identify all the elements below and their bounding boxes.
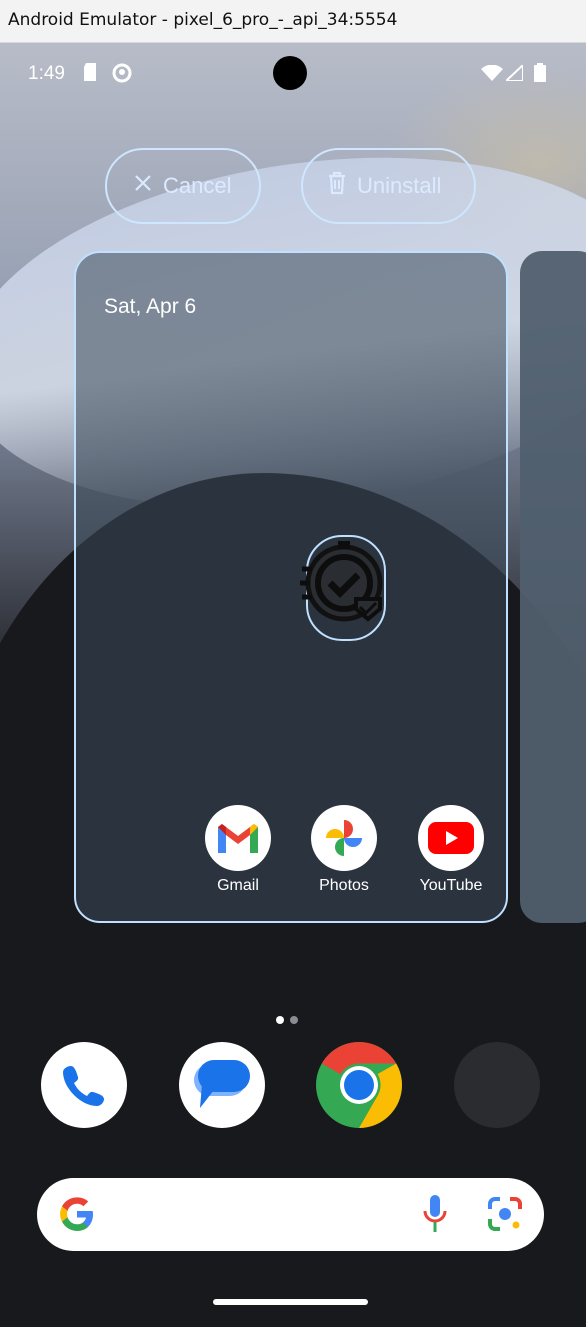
microphone-icon[interactable] bbox=[422, 1195, 448, 1233]
phone-icon bbox=[63, 1066, 104, 1106]
notification-icon bbox=[112, 63, 132, 88]
cancel-drop-target[interactable]: Cancel bbox=[105, 148, 261, 224]
sd-card-icon bbox=[82, 63, 98, 86]
status-bar: 1:49 bbox=[0, 43, 586, 103]
status-time: 1:49 bbox=[28, 63, 65, 84]
home-page-preview[interactable]: Sat, Apr 6 Gmail Photos YouTube bbox=[74, 251, 508, 923]
app-youtube[interactable]: YouTube bbox=[406, 805, 496, 895]
search-bar[interactable] bbox=[37, 1178, 544, 1251]
wifi-icon bbox=[481, 64, 503, 86]
dock-messages[interactable] bbox=[179, 1042, 265, 1128]
page-dot bbox=[290, 1016, 298, 1024]
page-indicator bbox=[276, 1011, 304, 1029]
chrome-icon bbox=[316, 1042, 402, 1128]
window-title: Android Emulator - pixel_6_pro_-_api_34:… bbox=[8, 10, 398, 30]
photos-icon bbox=[311, 805, 377, 871]
app-label-photos: Photos bbox=[319, 877, 369, 894]
messages-icon bbox=[194, 1060, 250, 1108]
trash-icon bbox=[327, 171, 347, 201]
uninstall-drop-target[interactable]: Uninstall bbox=[301, 148, 476, 224]
date-widget[interactable]: Sat, Apr 6 bbox=[104, 295, 196, 319]
gmail-icon bbox=[205, 805, 271, 871]
google-g-icon bbox=[60, 1197, 93, 1231]
cell-signal-icon bbox=[503, 62, 524, 86]
app-label-gmail: Gmail bbox=[217, 877, 259, 894]
app-gmail[interactable]: Gmail bbox=[193, 805, 283, 895]
page-dot-active bbox=[276, 1016, 284, 1024]
uninstall-label: Uninstall bbox=[357, 173, 442, 198]
gesture-nav-handle[interactable] bbox=[213, 1299, 368, 1305]
cancel-label: Cancel bbox=[163, 173, 232, 198]
dragged-app-icon[interactable] bbox=[300, 535, 386, 641]
dock-empty-slot[interactable] bbox=[454, 1042, 540, 1128]
close-icon bbox=[133, 173, 153, 199]
dock-phone[interactable] bbox=[41, 1042, 127, 1128]
app-photos[interactable]: Photos bbox=[299, 805, 389, 895]
dock-chrome[interactable] bbox=[316, 1042, 402, 1128]
next-page-preview[interactable] bbox=[520, 251, 586, 923]
camera-cutout bbox=[273, 56, 307, 90]
emulator-title-bar: Android Emulator - pixel_6_pro_-_api_34:… bbox=[0, 0, 586, 43]
youtube-icon bbox=[418, 805, 484, 871]
app-label-youtube: YouTube bbox=[419, 877, 483, 894]
lens-icon[interactable] bbox=[487, 1196, 523, 1232]
device-screen: 1:49 Cancel Uninstall Sat, Apr 6 Gmail P… bbox=[0, 43, 586, 1327]
timer-shield-icon bbox=[300, 541, 383, 622]
battery-icon bbox=[534, 63, 546, 87]
